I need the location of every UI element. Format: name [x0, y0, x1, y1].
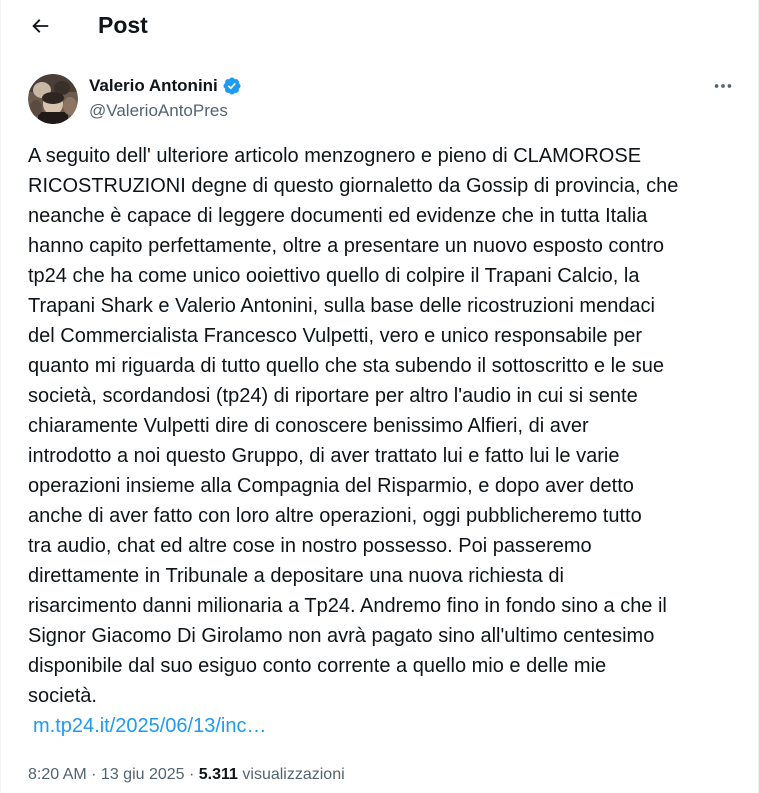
- tweet-time[interactable]: 8:20 AM: [28, 766, 87, 783]
- tweet-text-line: Trapani Shark e Valerio Antonini, sulla …: [28, 295, 656, 317]
- verified-badge-icon[interactable]: [222, 76, 242, 96]
- tweet-date[interactable]: 13 giu 2025: [101, 766, 185, 783]
- tweet-text-line: hanno capito perfettamente, oltre a pres…: [28, 235, 664, 257]
- back-button[interactable]: [23, 9, 57, 43]
- avatar-image: [28, 74, 78, 124]
- meta-separator: ·: [184, 766, 199, 783]
- page-title: Post: [98, 12, 148, 38]
- views-count: 5.311: [198, 766, 238, 783]
- author-name-row: Valerio Antonini: [89, 75, 242, 97]
- tweet-text-line: società.: [28, 685, 97, 707]
- tweet-text-line: RICOSTRUZIONI degne di questo giornalett…: [28, 175, 679, 197]
- author-handle[interactable]: @ValerioAntoPres: [89, 100, 228, 122]
- author-name[interactable]: Valerio Antonini: [89, 75, 218, 97]
- tweet-text-line: neanche è capace di leggere documenti ed…: [28, 205, 648, 227]
- more-options-button[interactable]: [705, 72, 741, 100]
- tweet-link[interactable]: m.tp24.it/2025/06/13/inc…: [33, 711, 266, 741]
- views-label: visualizzazioni: [237, 766, 345, 783]
- tweet-text: A seguito dell' ulteriore articolo menzo…: [28, 141, 740, 711]
- tweet-text-line: operazioni insieme alla Compagnia del Ri…: [28, 475, 634, 497]
- tweet-text-line: quanto mi riguarda di tutto quello che s…: [28, 355, 664, 377]
- tweet-text-line: tp24 che ha come unico ooiettivo quello …: [28, 265, 640, 287]
- tweet-text-line: del Commercialista Francesco Vulpetti, v…: [28, 325, 642, 347]
- page-header: Post: [1, 0, 758, 53]
- tweet-text-line: introdotto a noi questo Gruppo, di aver …: [28, 445, 620, 467]
- tweet-text-line: chiaramente Vulpetti dire di conoscere b…: [28, 415, 589, 437]
- more-horizontal-icon: [714, 84, 732, 88]
- tweet-text-line: disponibile dal suo esiguo conto corrent…: [28, 655, 607, 677]
- tweet-text-line: tra audio, chat ed altre cose in nostro …: [28, 535, 592, 557]
- arrow-left-icon: [32, 19, 49, 33]
- tweet-text-line: risarcimento danni milionaria a Tp24. An…: [28, 595, 667, 617]
- post-page: Post Valerio Antonini @ValerioAntoPres A…: [0, 0, 759, 793]
- tweet-text-line: A seguito dell' ulteriore articolo menzo…: [28, 145, 642, 167]
- meta-separator: ·: [86, 766, 101, 783]
- tweet-text-line: direttamente in Tribunale a depositare u…: [28, 565, 564, 587]
- avatar[interactable]: [28, 74, 78, 124]
- tweet-text-line: anche di aver fatto con loro altre opera…: [28, 505, 642, 527]
- tweet-meta: 8:20 AM · 13 giu 2025 · 5.311 visualizza…: [28, 764, 345, 786]
- tweet-text-line: Signor Giacomo Di Girolamo non avrà paga…: [28, 625, 655, 647]
- tweet-text-line: società, scordandosi (tp24) di riportare…: [28, 385, 638, 407]
